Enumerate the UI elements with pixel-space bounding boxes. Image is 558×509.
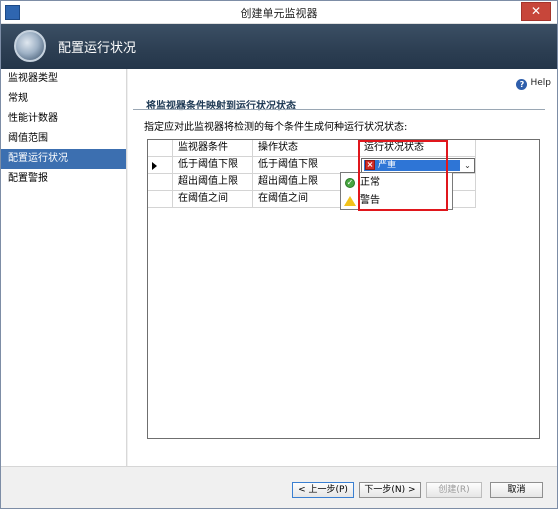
warning-icon — [344, 196, 356, 206]
window-title: 创建单元监视器 — [240, 7, 318, 20]
back-button[interactable]: < 上一步(P) — [292, 482, 354, 498]
cell-condition[interactable]: 超出阈值上限 — [173, 174, 253, 191]
column-header-condition[interactable]: 监视器条件 — [173, 140, 253, 157]
nav-item-performance-counter[interactable]: 性能计数器 — [1, 109, 126, 129]
main-content: ? Help 将监视器条件映射到运行状况状态 指定应对此监视器将检测的每个条件生成… — [128, 69, 557, 466]
annotation-highlight-box — [358, 140, 448, 211]
cell-condition[interactable]: 低于阈值下限 — [173, 157, 253, 174]
section-divider — [133, 109, 545, 110]
current-row-arrow-icon — [152, 162, 157, 170]
title-bar: 创建单元监视器 ✕ — [1, 1, 557, 24]
help-label: Help — [530, 78, 551, 88]
row-selector[interactable] — [148, 174, 173, 191]
chevron-down-icon[interactable]: ⌄ — [461, 159, 474, 172]
nav-item-threshold-range[interactable]: 阈值范围 — [1, 129, 126, 149]
help-icon: ? — [516, 79, 528, 90]
section-description: 指定应对此监视器将检测的每个条件生成何种运行状况状态: — [144, 122, 408, 133]
row-selector[interactable] — [148, 157, 173, 174]
column-header-op-state[interactable]: 操作状态 — [253, 140, 359, 157]
nav-item-configure-health[interactable]: 配置运行状况 — [1, 149, 126, 169]
nav-item-general[interactable]: 常规 — [1, 89, 126, 109]
cancel-button[interactable]: 取消 — [490, 482, 543, 498]
row-selector[interactable] — [148, 191, 173, 208]
cell-condition[interactable]: 在阈值之间 — [173, 191, 253, 208]
wizard-banner: 配置运行状况 — [1, 24, 557, 69]
create-button[interactable]: 创建(R) — [426, 482, 482, 498]
grid-header-selector — [148, 140, 173, 157]
wizard-footer: < 上一步(P) 下一步(N) > 创建(R) 取消 — [1, 466, 557, 508]
ok-icon: ✓ — [345, 178, 355, 188]
nav-item-monitor-type[interactable]: 监视器类型 — [1, 69, 126, 89]
next-button[interactable]: 下一步(N) > — [359, 482, 421, 498]
page-heading: 配置运行状况 — [58, 41, 137, 56]
dialog-window: 创建单元监视器 ✕ 配置运行状况 监视器类型 常规 性能计数器 阈值范围 配置运… — [0, 0, 558, 509]
close-icon: ✕ — [530, 4, 542, 18]
nav-item-configure-alerts[interactable]: 配置警报 — [1, 169, 126, 189]
close-button[interactable]: ✕ — [521, 2, 551, 21]
wizard-step-nav: 监视器类型 常规 性能计数器 阈值范围 配置运行状况 配置警报 — [1, 69, 127, 466]
help-link[interactable]: ? Help — [516, 78, 551, 90]
wizard-orb-icon — [14, 30, 46, 62]
grid-header-row: 监视器条件 操作状态 运行状况状态 — [148, 140, 539, 157]
